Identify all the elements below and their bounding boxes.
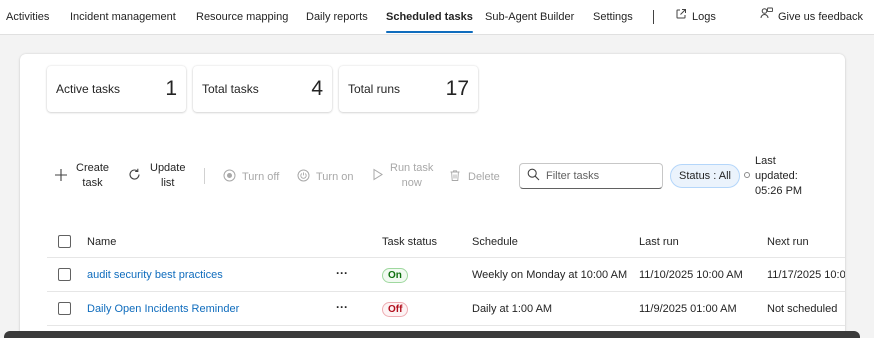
row-checkbox[interactable] xyxy=(58,302,71,315)
last-updated-line2: updated: xyxy=(755,170,798,182)
play-icon xyxy=(372,168,384,184)
stat-value: 1 xyxy=(165,77,177,100)
create-task-label-2: task xyxy=(82,177,103,189)
stat-total-runs: Total runs 17 xyxy=(339,66,478,112)
power-icon xyxy=(297,169,310,185)
search-icon xyxy=(527,168,540,184)
next-run-cell: 11/17/2025 10:0 xyxy=(767,269,845,281)
status-filter-button[interactable]: Status : All xyxy=(670,164,740,188)
last-run-cell: 11/9/2025 01:00 AM xyxy=(639,303,737,315)
run-task-now-button[interactable]: Run task now xyxy=(372,161,433,191)
top-navigation: Activities Incident management Resource … xyxy=(0,0,874,35)
header-divider xyxy=(47,257,845,258)
column-header-schedule[interactable]: Schedule xyxy=(472,236,518,248)
row-checkbox[interactable] xyxy=(58,268,71,281)
last-updated-text: Last updated: 05:26 PM xyxy=(755,154,815,199)
next-run-cell: Not scheduled xyxy=(767,303,838,315)
scheduled-tasks-panel: Active tasks 1 Total tasks 4 Total runs … xyxy=(20,54,845,338)
person-feedback-icon xyxy=(760,0,773,34)
status-badge: Off xyxy=(382,302,409,317)
nav-tab-sub-agent-builder[interactable]: Sub-Agent Builder xyxy=(485,0,574,34)
nav-tab-resource-mapping[interactable]: Resource mapping xyxy=(196,0,288,34)
bottom-overlay-bar xyxy=(4,331,860,338)
task-name-link[interactable]: audit security best practices xyxy=(87,269,223,281)
row-divider xyxy=(47,325,845,326)
stat-active-tasks: Active tasks 1 xyxy=(47,66,186,112)
column-header-next-run[interactable]: Next run xyxy=(767,236,809,248)
create-task-button[interactable]: Create task xyxy=(54,161,109,191)
refresh-status-indicator xyxy=(744,172,750,178)
row-divider xyxy=(47,291,845,292)
logs-label: Logs xyxy=(692,11,716,23)
toolbar-divider xyxy=(204,168,205,184)
nav-tab-incident-management[interactable]: Incident management xyxy=(70,0,176,34)
refresh-icon xyxy=(128,168,141,184)
turn-on-button[interactable]: Turn on xyxy=(297,169,354,185)
external-link-icon xyxy=(675,0,687,34)
select-all-checkbox[interactable] xyxy=(58,235,71,248)
run-task-label-1: Run task xyxy=(390,162,434,174)
schedule-cell: Weekly on Monday at 10:00 AM xyxy=(472,269,628,281)
column-header-last-run[interactable]: Last run xyxy=(639,236,679,248)
nav-tab-daily-reports[interactable]: Daily reports xyxy=(306,0,368,34)
update-list-label-1: Update xyxy=(150,162,186,174)
create-task-label-1: Create xyxy=(76,162,110,174)
more-options-button[interactable]: ··· xyxy=(336,300,348,314)
trash-icon xyxy=(449,169,461,185)
turn-on-label: Turn on xyxy=(316,171,354,183)
delete-label: Delete xyxy=(468,171,500,183)
filter-tasks-input-wrapper[interactable] xyxy=(519,163,663,189)
update-list-label-2: list xyxy=(161,177,175,189)
stat-label: Total tasks xyxy=(202,82,259,96)
schedule-cell: Daily at 1:00 AM xyxy=(472,303,553,315)
last-updated-time: 05:26 PM xyxy=(755,185,803,197)
stat-label: Active tasks xyxy=(56,82,121,96)
update-list-button[interactable]: Update list xyxy=(128,161,185,191)
column-header-name[interactable]: Name xyxy=(87,236,116,248)
nav-tab-scheduled-tasks[interactable]: Scheduled tasks xyxy=(386,0,473,34)
plus-icon xyxy=(54,168,68,185)
more-options-button[interactable]: ··· xyxy=(336,266,348,280)
turn-off-label: Turn off xyxy=(242,171,280,183)
turn-off-button[interactable]: Turn off xyxy=(223,169,279,185)
feedback-label: Give us feedback xyxy=(778,11,863,23)
logs-link[interactable]: Logs xyxy=(675,0,716,34)
feedback-link[interactable]: Give us feedback xyxy=(760,0,863,34)
last-updated-line1: Last xyxy=(755,155,776,167)
filter-tasks-input[interactable] xyxy=(546,170,656,182)
stat-label: Total runs xyxy=(348,82,401,96)
nav-divider xyxy=(653,10,654,24)
run-task-label-2: now xyxy=(401,177,422,189)
delete-button[interactable]: Delete xyxy=(449,169,500,185)
stat-total-tasks: Total tasks 4 xyxy=(193,66,332,112)
nav-tab-activities[interactable]: Activities xyxy=(6,0,49,34)
task-name-link[interactable]: Daily Open Incidents Reminder xyxy=(87,303,239,315)
stat-value: 17 xyxy=(445,77,469,100)
stop-circle-icon xyxy=(223,169,236,185)
nav-tab-settings[interactable]: Settings xyxy=(593,0,633,34)
stat-value: 4 xyxy=(311,77,323,100)
status-badge: On xyxy=(382,268,408,283)
column-header-task-status[interactable]: Task status xyxy=(382,236,437,248)
last-run-cell: 11/10/2025 10:00 AM xyxy=(639,269,743,281)
